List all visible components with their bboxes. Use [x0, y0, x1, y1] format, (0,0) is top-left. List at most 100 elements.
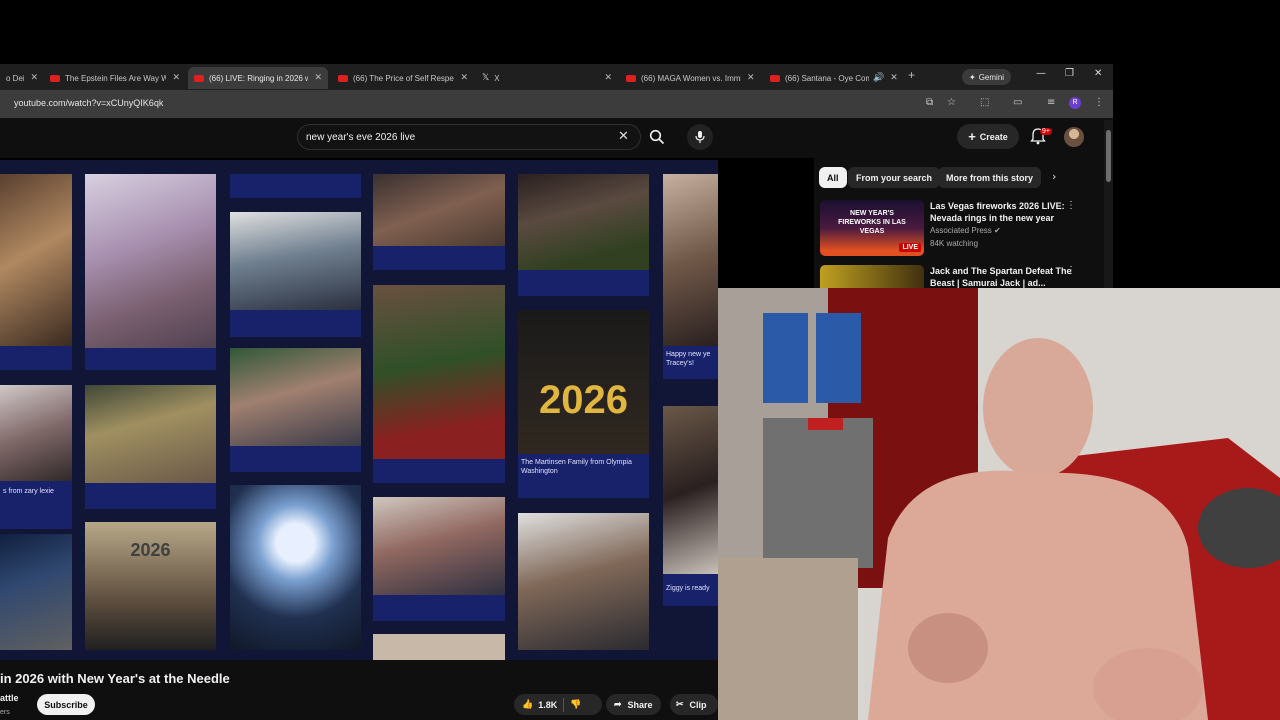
sparkle-icon: ✦	[969, 72, 976, 82]
browser-tab[interactable]: The Epstein Files Are Way Wo ✕	[44, 67, 186, 89]
thumbs-down-icon: 👎	[570, 699, 582, 709]
youtube-favicon-icon	[338, 74, 348, 82]
collage-photo	[230, 348, 361, 472]
close-tab-icon[interactable]: ✕	[890, 73, 898, 83]
youtube-favicon-icon	[770, 74, 780, 82]
browser-tab-active[interactable]: (66) LIVE: Ringing in 2026 wi ✕	[188, 67, 328, 89]
sidebar-icon[interactable]: ▭	[1013, 97, 1022, 108]
close-tab-icon[interactable]: ✕	[604, 73, 612, 83]
extensions-icon[interactable]: ⬚	[980, 97, 989, 108]
media-controls-icon[interactable]: ≡	[1047, 97, 1055, 108]
browser-tab-bar: o Dei ✕ The Epstein Files Are Way Wo ✕ (66…	[0, 64, 1113, 90]
collage-photo: 2026 The Martinsen Family from Olympia W…	[518, 310, 649, 498]
video-player[interactable]: Happy new ye Tracey's! s from zary lexie…	[0, 160, 718, 660]
close-tab-icon[interactable]: ✕	[30, 73, 38, 83]
video-thumbnail[interactable]: NEW YEAR'S FIREWORKS IN LAS VEGAS LIVE	[820, 200, 924, 256]
video-title[interactable]: Jack and The Spartan Defeat The Beast | …	[930, 265, 1072, 289]
create-button[interactable]: + Create	[957, 124, 1019, 149]
minimize-window-icon[interactable]: —	[1036, 68, 1046, 79]
watching-count: 84K watching	[930, 239, 979, 248]
webcam-person-image	[718, 288, 1280, 720]
close-tab-icon[interactable]: ✕	[172, 73, 180, 83]
account-avatar[interactable]	[1064, 127, 1084, 147]
thumbs-up-icon: 👍	[522, 699, 534, 709]
browser-tab[interactable]: (66) MAGA Women vs. Immi ✕	[620, 67, 762, 89]
install-app-icon[interactable]: ⧉	[926, 97, 933, 108]
youtube-favicon-icon	[194, 74, 204, 82]
browser-tab[interactable]: 𝕏 X ✕	[476, 67, 618, 89]
collage-photo	[85, 174, 216, 370]
collage-photo	[373, 285, 505, 483]
collage-photo	[518, 513, 649, 650]
browser-menu-icon[interactable]: ⋮	[1094, 97, 1104, 108]
more-options-icon[interactable]: ⋮	[1066, 265, 1076, 276]
clear-search-icon[interactable]: ✕	[618, 129, 629, 144]
search-icon	[649, 129, 665, 145]
new-tab-button[interactable]: +	[908, 68, 915, 82]
close-window-icon[interactable]: ✕	[1094, 68, 1102, 79]
video-title[interactable]: Las Vegas fireworks 2026 LIVE: Nevada ri…	[930, 200, 1072, 224]
divider	[563, 697, 565, 712]
scissors-icon: ✂	[676, 699, 684, 709]
verified-check-icon: ✔	[994, 226, 1001, 235]
clip-button[interactable]: ✂ Clip	[670, 694, 718, 715]
url-text[interactable]: youtube.com/watch?v=xCUnyQIK6qk	[14, 98, 163, 108]
channel-name[interactable]: attle	[0, 693, 19, 703]
recommended-video[interactable]: Jack and The Spartan Defeat The Beast | …	[820, 265, 1104, 289]
collage-photo: Ziggy is ready	[663, 406, 718, 606]
video-thumbnail[interactable]	[820, 265, 924, 288]
close-tab-icon[interactable]: ✕	[747, 73, 755, 83]
balloon-2026-text: 2026	[539, 378, 628, 422]
screen-top-black-area	[0, 0, 1280, 64]
speaker-icon[interactable]: 🔊	[873, 73, 884, 83]
youtube-favicon-icon	[626, 74, 636, 82]
video-title-main: in 2026 with New Year's at the Needle	[0, 671, 230, 686]
search-box[interactable]: ✕	[297, 124, 641, 150]
subscribe-button[interactable]: Subscribe	[37, 694, 95, 715]
share-button[interactable]: ➦ Share	[606, 694, 661, 715]
chip-from-your-search[interactable]: From your search	[848, 167, 941, 188]
browser-tab[interactable]: (66) Santana - Oye Como 🔊 ✕	[764, 67, 904, 89]
search-input[interactable]	[306, 130, 606, 145]
close-tab-icon[interactable]: ✕	[314, 73, 322, 83]
collage-photo: s from zary lexie	[0, 385, 72, 529]
search-button[interactable]	[642, 124, 672, 150]
recommended-video[interactable]: NEW YEAR'S FIREWORKS IN LAS VEGAS LIVE L…	[820, 200, 1104, 260]
collage-photo	[0, 174, 72, 370]
share-icon: ➦	[614, 699, 622, 709]
webcam-overlay	[718, 288, 1280, 720]
collage-photo	[230, 212, 361, 337]
more-options-icon[interactable]: ⋮	[1066, 200, 1076, 211]
restore-window-icon[interactable]: ❐	[1065, 68, 1074, 79]
collage-photo	[230, 485, 361, 650]
x-logo-icon: 𝕏	[482, 73, 490, 83]
notification-count-badge: 9+	[1040, 128, 1052, 135]
live-badge: LIVE	[899, 243, 921, 252]
chip-more-from-this-story[interactable]: More from this story	[938, 167, 1042, 188]
gemini-button[interactable]: ✦ Gemini	[962, 69, 1012, 85]
subscriber-count: ers	[0, 709, 10, 716]
profile-avatar-icon[interactable]: R	[1069, 97, 1081, 109]
browser-tab[interactable]: o Dei ✕	[0, 67, 44, 89]
youtube-favicon-icon	[50, 74, 60, 82]
collage-photo	[373, 497, 505, 621]
bookmark-star-icon[interactable]: ☆	[947, 97, 956, 108]
scrollbar-thumb[interactable]	[1106, 130, 1111, 182]
collage-photo	[85, 385, 216, 509]
chevron-right-icon[interactable]: ›	[1052, 170, 1056, 183]
channel-name[interactable]: Associated Press ✔	[930, 226, 1001, 235]
like-dislike-group: 👍 1.8K 👎	[514, 694, 602, 715]
browser-tab[interactable]: (66) The Price of Self Respect ✕	[332, 67, 474, 89]
collage-photo	[0, 534, 72, 650]
close-tab-icon[interactable]: ✕	[460, 73, 468, 83]
collage-photo: 2026	[85, 522, 216, 650]
dislike-button[interactable]: 👎	[570, 699, 581, 710]
collage-photo: Happy new ye Tracey's!	[663, 174, 718, 379]
chip-all[interactable]: All	[819, 167, 847, 188]
collage-photo	[373, 174, 505, 270]
like-button[interactable]: 👍 1.8K	[522, 699, 557, 710]
voice-search-button[interactable]	[687, 124, 713, 150]
collage-photo	[518, 174, 649, 296]
microphone-icon	[695, 131, 705, 143]
plus-icon: +	[968, 129, 976, 144]
